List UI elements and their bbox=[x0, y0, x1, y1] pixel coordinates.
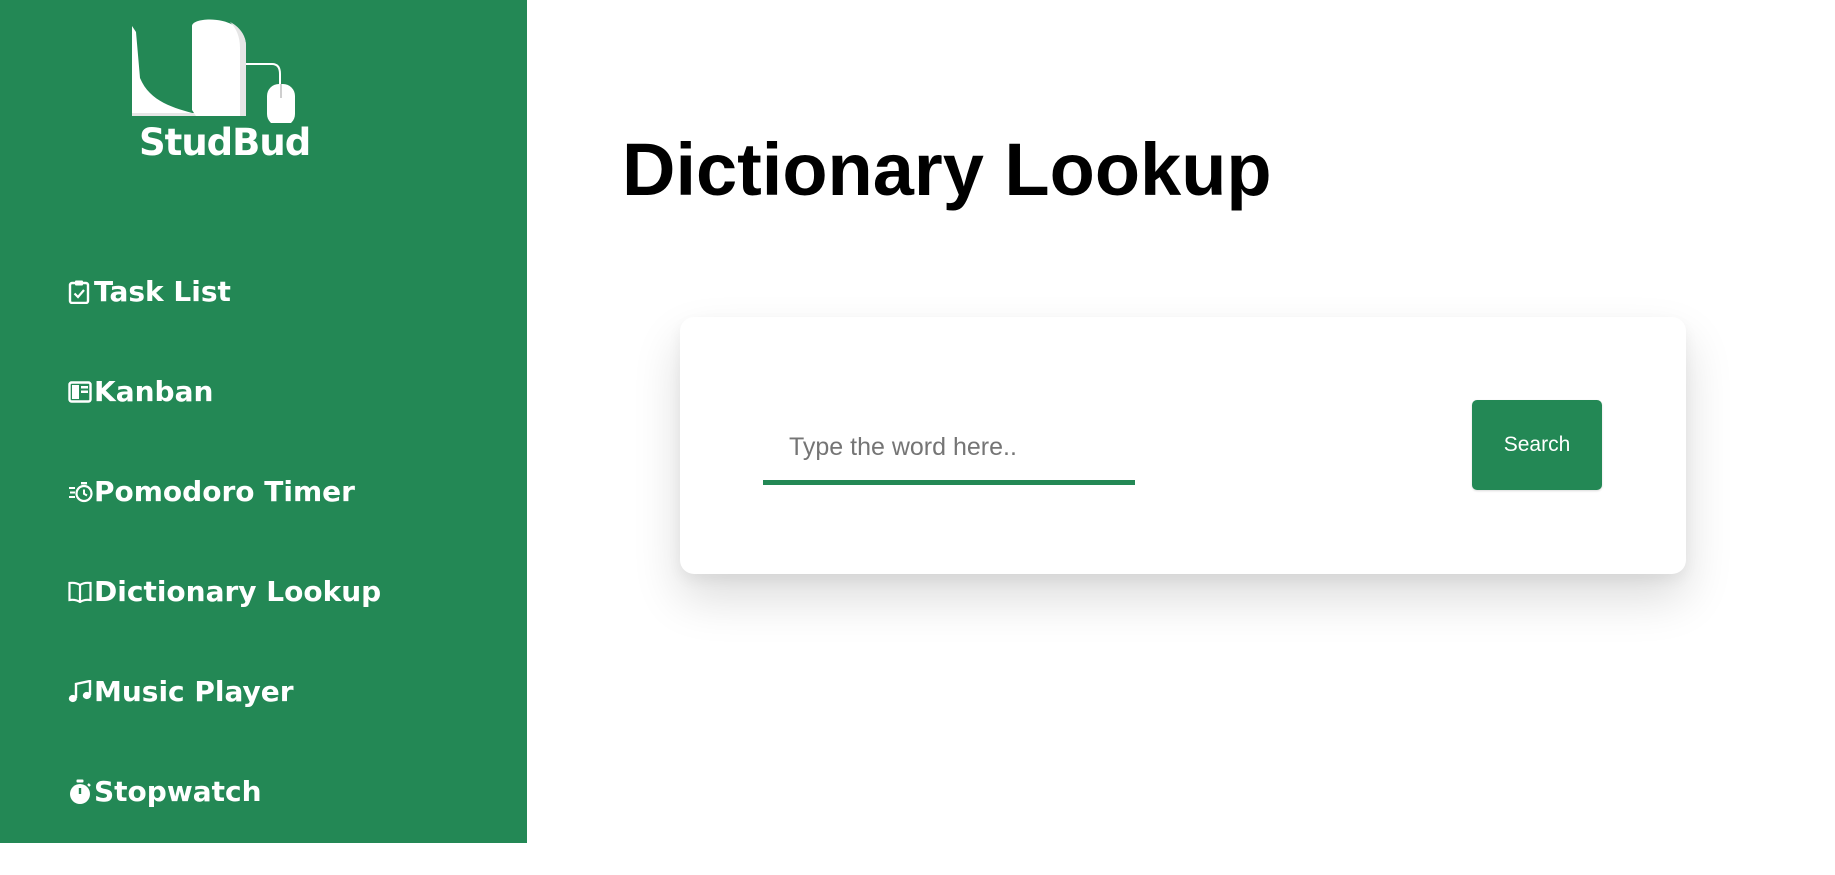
sidebar-item-label: Kanban bbox=[94, 375, 214, 408]
sidebar-item-label: Pomodoro Timer bbox=[94, 475, 355, 508]
kanban-icon bbox=[68, 375, 94, 409]
search-input[interactable] bbox=[763, 415, 1135, 485]
sidebar-item-label: Dictionary Lookup bbox=[94, 575, 382, 608]
brand-logo[interactable]: StudBud bbox=[130, 18, 311, 168]
sidebar-item-dictionary-lookup[interactable]: Dictionary Lookup bbox=[68, 575, 498, 675]
sidebar-item-pomodoro-timer[interactable]: Pomodoro Timer bbox=[68, 475, 498, 575]
clipboard-check-icon bbox=[68, 275, 94, 309]
page-title: Dictionary Lookup bbox=[622, 128, 1272, 211]
stopwatch-icon bbox=[68, 775, 94, 809]
sidebar-item-stopwatch[interactable]: Stopwatch bbox=[68, 775, 498, 875]
music-note-icon bbox=[68, 675, 94, 709]
timer-icon bbox=[68, 475, 94, 509]
brand-name: StudBud bbox=[139, 121, 311, 164]
sidebar-item-task-list[interactable]: Task List bbox=[68, 275, 498, 375]
sidebar-item-kanban[interactable]: Kanban bbox=[68, 375, 498, 475]
search-button[interactable]: Search bbox=[1472, 400, 1602, 490]
sidebar-nav: Task List Kanban Pomodoro Timer Dictiona… bbox=[68, 275, 498, 875]
sidebar-item-label: Music Player bbox=[94, 675, 294, 708]
sidebar: StudBud Task List Kanban Pomodoro Timer … bbox=[0, 0, 527, 843]
book-mouse-icon bbox=[132, 19, 295, 123]
search-card: Search bbox=[680, 317, 1686, 574]
sidebar-item-music-player[interactable]: Music Player bbox=[68, 675, 498, 775]
sidebar-item-label: Task List bbox=[94, 275, 231, 308]
book-open-icon bbox=[68, 575, 94, 609]
sidebar-item-label: Stopwatch bbox=[94, 775, 262, 808]
